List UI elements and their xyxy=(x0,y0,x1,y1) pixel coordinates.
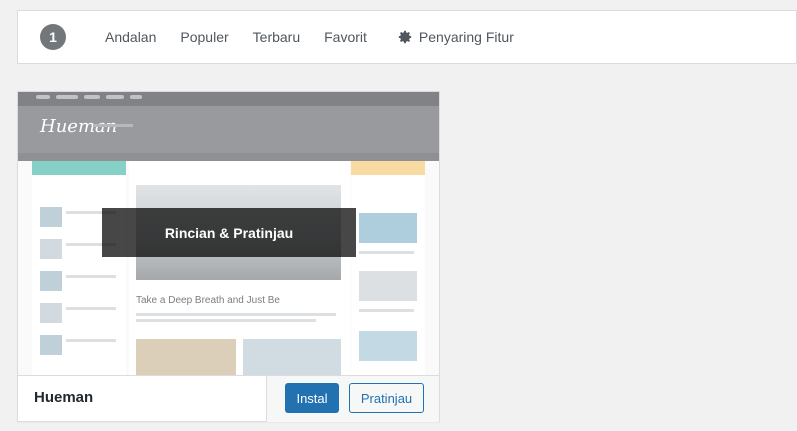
filter-link-featured[interactable]: Andalan xyxy=(105,29,156,45)
theme-filter-bar: 1 Andalan Populer Terbaru Favorit Penyar… xyxy=(17,10,797,64)
theme-card[interactable]: Hueman Take a Deep Breath and Just Be Ri… xyxy=(17,91,440,422)
filter-link-popular[interactable]: Populer xyxy=(180,29,228,45)
theme-actions: Instal Pratinjau xyxy=(266,376,439,422)
theme-name: Hueman xyxy=(34,389,94,406)
theme-count-badge: 1 xyxy=(40,24,66,50)
preview-button[interactable]: Pratinjau xyxy=(349,383,424,413)
filter-link-latest[interactable]: Terbaru xyxy=(253,29,300,45)
filter-link-favorites[interactable]: Favorit xyxy=(324,29,367,45)
feature-filter-label: Penyaring Fitur xyxy=(418,29,514,45)
install-button[interactable]: Instal xyxy=(285,383,339,413)
feature-filter-button[interactable]: Penyaring Fitur xyxy=(397,29,514,45)
details-preview-button[interactable]: Rincian & Pratinjau xyxy=(102,208,356,257)
gear-icon xyxy=(398,30,412,44)
theme-card-footer: Hueman Instal Pratinjau xyxy=(18,375,439,422)
